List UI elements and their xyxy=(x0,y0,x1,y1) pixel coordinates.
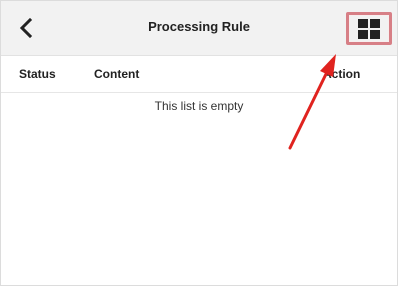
empty-list-message: This list is empty xyxy=(154,99,244,113)
column-header-status[interactable]: Status xyxy=(19,67,56,81)
column-header-action[interactable]: Action xyxy=(323,67,360,81)
page-title: Processing Rule xyxy=(148,19,250,34)
grid-icon xyxy=(358,18,380,39)
layout-toggle-button[interactable] xyxy=(346,12,392,45)
app-screen: Processing Rule Status Content Action Th… xyxy=(0,0,398,286)
top-bar: Processing Rule xyxy=(1,1,397,56)
table-header: Status Content Action xyxy=(1,56,397,93)
column-header-content[interactable]: Content xyxy=(94,67,139,81)
